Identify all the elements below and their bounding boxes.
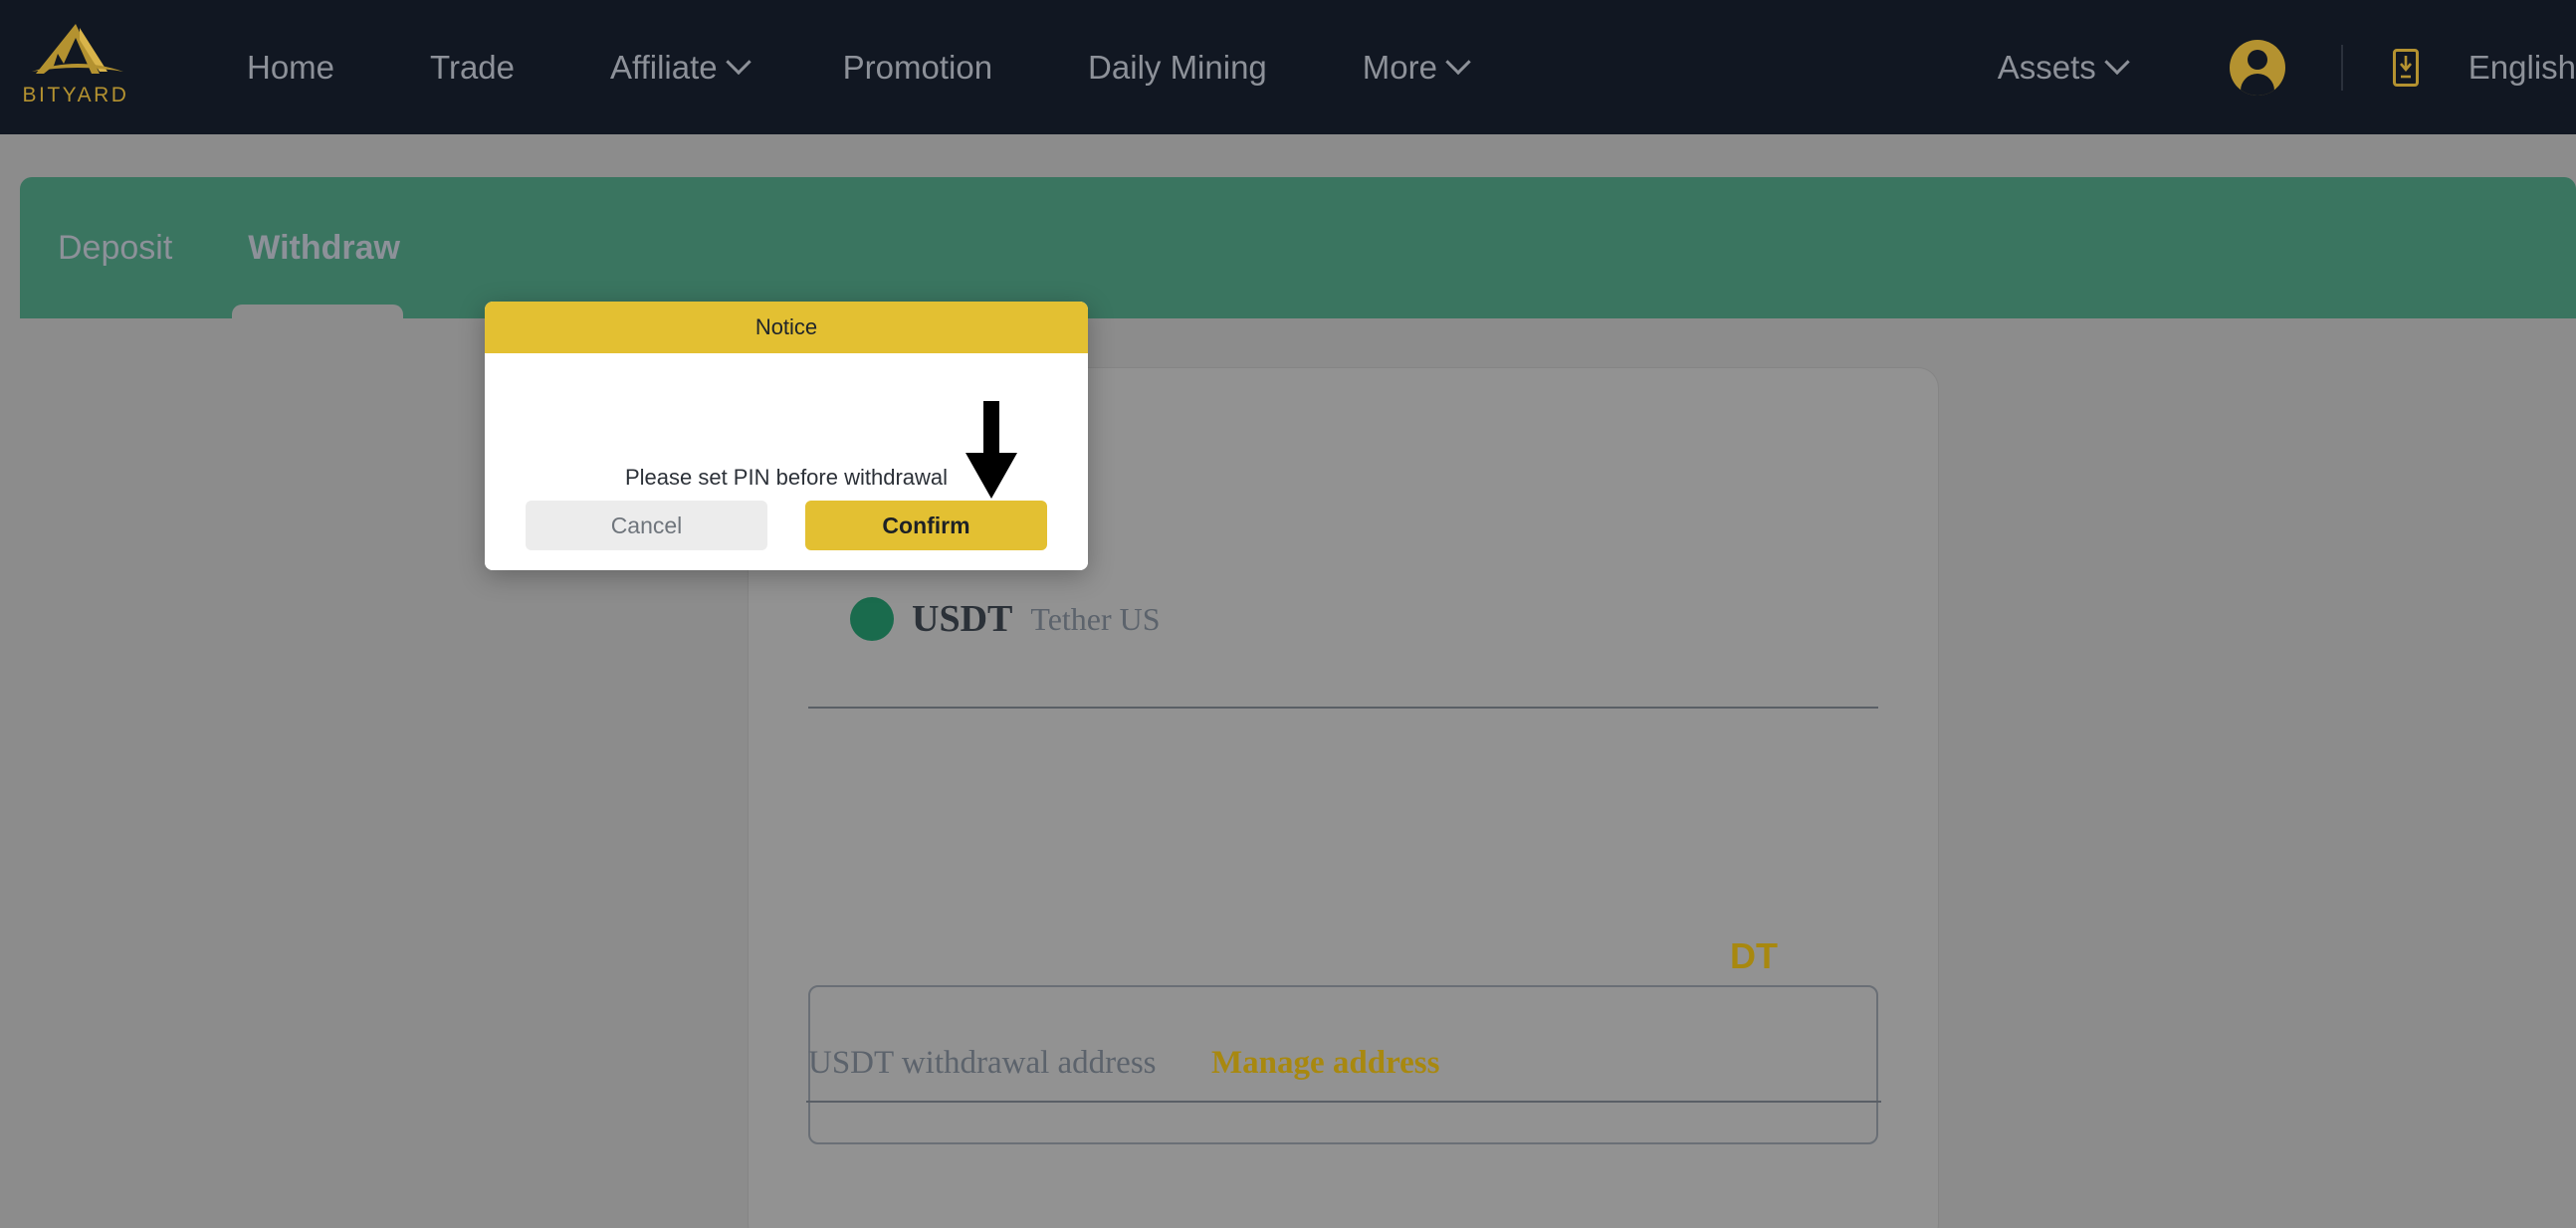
nav-item-more[interactable]: More bbox=[1315, 49, 1515, 87]
user-avatar[interactable] bbox=[2229, 39, 2285, 96]
bityard-logo[interactable]: BITYARD bbox=[22, 22, 129, 113]
navbar-divider bbox=[2340, 44, 2343, 91]
network-field-underline bbox=[808, 707, 1878, 709]
nav-item-promotion[interactable]: Promotion bbox=[795, 49, 1040, 87]
modal-title: Notice bbox=[754, 314, 818, 339]
download-glyph-icon bbox=[2399, 55, 2412, 78]
logo-wordmark: BITYARD bbox=[22, 84, 129, 106]
nav-item-label: Trade bbox=[430, 48, 516, 86]
address-field-label: USDT withdrawal address bbox=[808, 1045, 1157, 1081]
chevron-down-icon bbox=[2104, 49, 2130, 75]
manage-address-link[interactable]: Manage address bbox=[1211, 1045, 1440, 1082]
tab-deposit[interactable]: Deposit bbox=[20, 177, 210, 318]
amount-unit-label: DT bbox=[1730, 935, 1778, 976]
deposit-withdraw-tabs: Deposit Withdraw bbox=[20, 177, 438, 326]
nav-item-home[interactable]: Home bbox=[199, 49, 382, 87]
confirm-button[interactable]: Confirm bbox=[805, 501, 1047, 550]
nav-item-label: More bbox=[1362, 48, 1437, 86]
down-arrow-annotation bbox=[966, 401, 1017, 499]
coin-name: Tether US bbox=[1030, 600, 1161, 637]
modal-actions: Cancel Confirm bbox=[485, 501, 1088, 550]
download-app-icon[interactable] bbox=[2392, 48, 2419, 87]
nav-item-trade[interactable]: Trade bbox=[382, 49, 562, 87]
cancel-button[interactable]: Cancel bbox=[526, 501, 767, 550]
nav-item-label: Assets bbox=[1997, 48, 2096, 86]
chevron-down-icon bbox=[725, 49, 751, 75]
address-field-underline bbox=[806, 1101, 1881, 1103]
tab-label: Withdraw bbox=[248, 228, 400, 267]
nav-item-label: Promotion bbox=[842, 48, 993, 86]
navbar-right: Assets English bbox=[1950, 0, 2576, 134]
nav-item-label: Home bbox=[247, 48, 335, 86]
language-selector[interactable]: English bbox=[2469, 49, 2576, 87]
nav-item-affiliate[interactable]: Affiliate bbox=[562, 49, 795, 87]
coin-symbol: USDT bbox=[912, 598, 1013, 640]
mountain-logo-icon bbox=[32, 24, 123, 74]
deposit-withdraw-panel: Deposit Withdraw bbox=[20, 177, 2576, 326]
nav-item-daily-mining[interactable]: Daily Mining bbox=[1040, 49, 1315, 87]
chevron-down-icon bbox=[1445, 49, 1471, 75]
selected-coin-row[interactable]: USDT Tether US bbox=[850, 597, 1161, 641]
modal-header: Notice bbox=[485, 302, 1088, 353]
tab-label: Deposit bbox=[58, 228, 173, 267]
nav-item-assets[interactable]: Assets bbox=[1950, 49, 2174, 87]
navbar-links: Home Trade Affiliate Promotion Daily Min… bbox=[199, 0, 1515, 134]
tab-withdraw[interactable]: Withdraw bbox=[210, 177, 438, 326]
nav-item-label: Affiliate bbox=[610, 48, 718, 86]
top-navbar: BITYARD Home Trade Affiliate Promotion D… bbox=[0, 0, 2576, 134]
page-root: BITYARD Home Trade Affiliate Promotion D… bbox=[0, 0, 2576, 1228]
page-body-overlay: Deposit Withdraw USDT Tether US DT USDT … bbox=[0, 134, 2576, 1228]
active-tab-indicator bbox=[232, 305, 404, 326]
usdt-coin-icon bbox=[850, 597, 894, 641]
nav-item-label: Daily Mining bbox=[1088, 48, 1267, 86]
